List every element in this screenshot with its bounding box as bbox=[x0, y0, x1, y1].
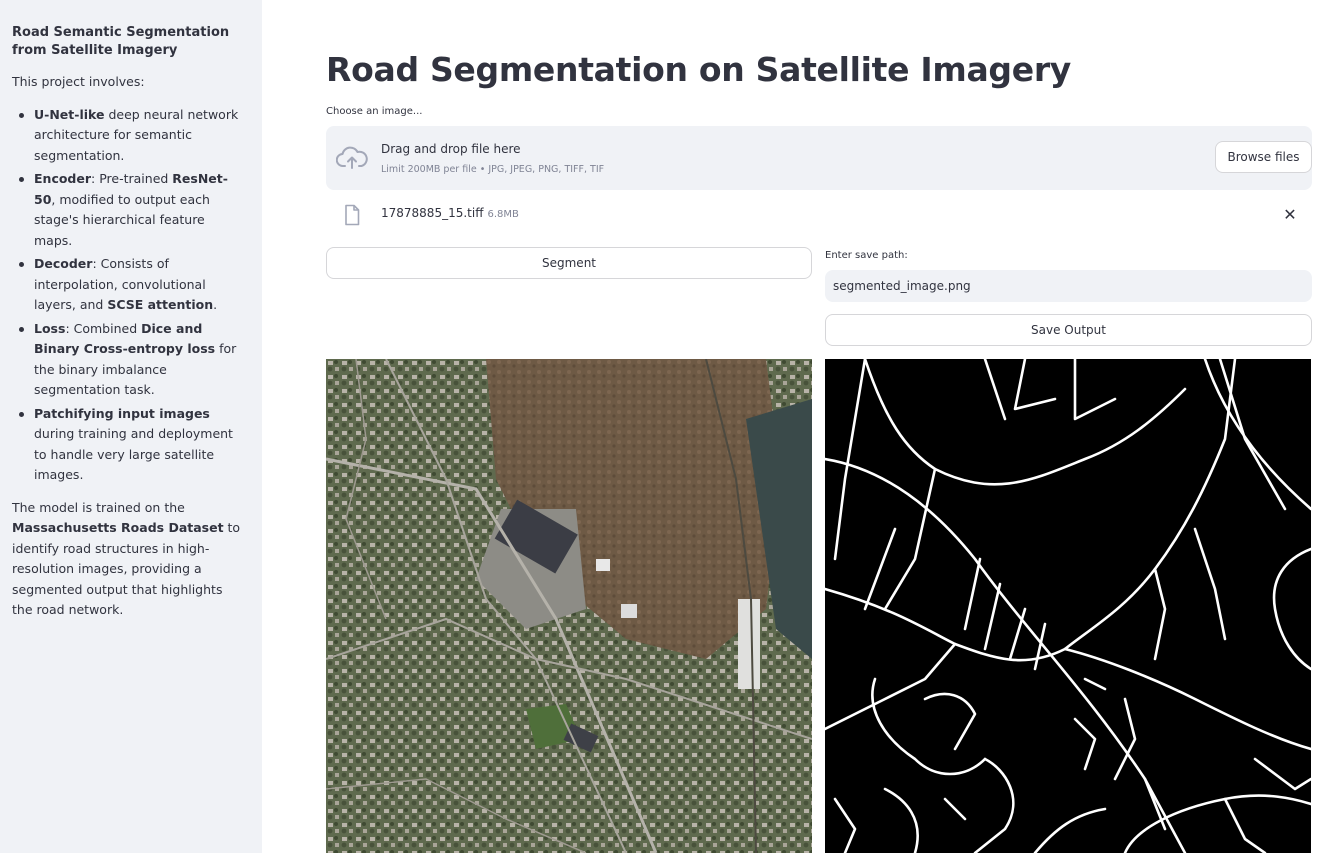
sidebar-footer: The model is trained on the Massachusett… bbox=[12, 499, 241, 618]
save-output-button[interactable]: Save Output bbox=[825, 314, 1312, 346]
list-item: Patchifying input images during training… bbox=[12, 404, 244, 486]
sidebar: Road Semantic Segmentation from Satellit… bbox=[0, 0, 262, 853]
uploaded-file-row: 17878885_15.tiff 6.8MB ✕ bbox=[326, 198, 1312, 232]
dropzone-limit-text: Limit 200MB per file • JPG, JPEG, PNG, T… bbox=[381, 164, 605, 175]
cloud-upload-icon bbox=[336, 146, 368, 169]
list-item: U-Net-like deep neural network architect… bbox=[12, 105, 244, 167]
main-content: Road Segmentation on Satellite Imagery C… bbox=[262, 0, 1320, 853]
dropzone-instructions: Drag and drop file here bbox=[381, 142, 521, 156]
list-item: Encoder: Pre-trained ResNet-50, modified… bbox=[12, 169, 244, 251]
sidebar-feature-list: U-Net-like deep neural network architect… bbox=[12, 105, 244, 486]
list-item: Loss: Combined Dice and Binary Cross-ent… bbox=[12, 319, 244, 401]
browse-files-button[interactable]: Browse files bbox=[1215, 141, 1312, 173]
save-path-input[interactable]: segmented_image.png bbox=[825, 270, 1312, 302]
uploaded-file-size: 6.8MB bbox=[487, 209, 519, 220]
list-item: Decoder: Consists of interpolation, conv… bbox=[12, 254, 244, 316]
sidebar-title: Road Semantic Segmentation from Satellit… bbox=[12, 25, 230, 58]
segmentation-output bbox=[825, 359, 1311, 853]
segment-button[interactable]: Segment bbox=[326, 247, 812, 279]
save-path-label: Enter save path: bbox=[825, 250, 908, 261]
file-dropzone[interactable]: Drag and drop file here Limit 200MB per … bbox=[326, 126, 1312, 190]
satellite-image bbox=[326, 359, 812, 853]
page-title: Road Segmentation on Satellite Imagery bbox=[326, 50, 1072, 89]
close-icon[interactable]: ✕ bbox=[1280, 204, 1300, 224]
uploaded-file-name: 17878885_15.tiff 6.8MB bbox=[381, 206, 519, 220]
uploader-label: Choose an image... bbox=[326, 106, 423, 117]
sidebar-intro: This project involves: bbox=[12, 74, 145, 89]
file-icon bbox=[345, 204, 360, 226]
app-root: Road Semantic Segmentation from Satellit… bbox=[0, 0, 1320, 853]
